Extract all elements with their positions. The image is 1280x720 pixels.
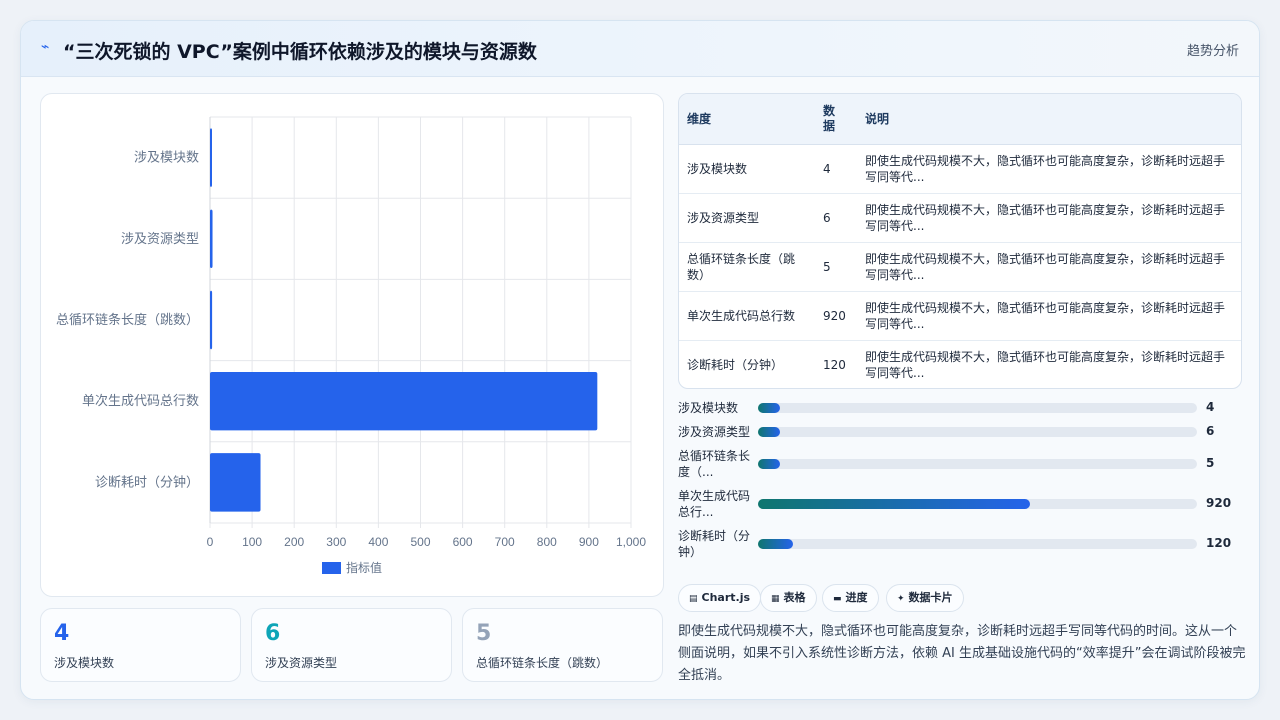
progress-track (758, 427, 1197, 437)
cell-description: 即使生成代码规模不大，隐式循环也可能高度复杂，诊断耗时远超手写同等代... (857, 144, 1241, 194)
progress-label: 单次生成代码总行... (678, 489, 751, 519)
cell-dimension: 单次生成代码总行数 (679, 291, 815, 341)
header-bar: ⌁ “三次死锁的 VPC”案例中循环依赖涉及的模块与资源数 趋势分析 (21, 21, 1259, 77)
bar (210, 290, 213, 350)
legend-swatch (322, 562, 341, 574)
stat-card: 5 总循环链条长度（跳数） (462, 608, 663, 682)
bar (210, 128, 212, 187)
cell-dimension: 诊断耗时（分钟） (687, 357, 784, 372)
x-tick-label: 0 (207, 535, 214, 549)
category-label: 诊断耗时（分钟） (95, 474, 199, 490)
progress-fill (758, 459, 780, 469)
progress-label: 总循环链条长度（... (678, 449, 751, 479)
zigzag-icon: ⌁ (41, 39, 50, 55)
x-tick-label: 700 (495, 535, 515, 549)
chip-progress[interactable]: ▬ 进度 (822, 584, 879, 612)
stat-label: 涉及模块数 (54, 656, 115, 670)
data-table: 维度 数据 说明 涉及模块数 4 即使生成代码规模不大，隐式循环也可能高度复杂，诊断… (679, 94, 1241, 388)
chip-table[interactable]: ▦ 表格 (760, 584, 817, 612)
table-header-dimension: 维度 (679, 94, 815, 145)
cell-dimension: 总循环链条长度（跳数） (679, 242, 815, 292)
category-label: 单次生成代码总行数 (82, 393, 199, 409)
chip-label: Chart.js (701, 591, 751, 604)
progress-fill (758, 499, 1031, 509)
category-label: 涉及模块数 (134, 151, 199, 166)
cell-dimension: 涉及资源类型 (679, 193, 815, 243)
x-tick-label: 100 (242, 535, 262, 549)
x-tick-label: 800 (537, 535, 557, 549)
table-row: 涉及资源类型 6 即使生成代码规模不大，隐式循环也可能高度复杂，诊断耗时远超手写同等… (679, 193, 1241, 243)
cell-value: 920 (815, 291, 857, 341)
cell-description: 即使生成代码规模不大，隐式循环也可能高度复杂，诊断耗时远超手写同等代... (857, 291, 1241, 341)
cell-value: 4 (815, 144, 857, 194)
cell-description: 即使生成代码规模不大，隐式循环也可能高度复杂，诊断耗时远超手写同等代... (857, 193, 1241, 243)
x-tick-label: 600 (453, 535, 473, 549)
summary-text: 即使生成代码规模不大，隐式循环也可能高度复杂，诊断耗时远超手写同等代码的时间。这… (678, 624, 1246, 683)
stat-value: 4 (54, 621, 70, 646)
progress-fill (758, 403, 780, 413)
main-card: ⌁ “三次死锁的 VPC”案例中循环依赖涉及的模块与资源数 趋势分析 0 100 2… (20, 20, 1260, 700)
chip-card[interactable]: ✦ 数据卡片 (886, 584, 964, 612)
table-icon: ▦ (771, 594, 780, 604)
cell-value: 5 (815, 242, 857, 292)
progress-track (758, 459, 1197, 469)
progress-value: 5 (1206, 456, 1215, 470)
bar (210, 209, 213, 269)
bar (210, 371, 598, 431)
chart-icon: ▤ (689, 594, 698, 604)
table-row: 诊断耗时（分钟） 120 即使生成代码规模不大，隐式循环也可能高度复杂，诊断耗时远超… (679, 340, 1241, 388)
progress-label: 涉及模块数 (678, 401, 739, 415)
chip-label: 进度 (845, 591, 868, 604)
cell-description: 即使生成代码规模不大，隐式循环也可能高度复杂，诊断耗时远超手写同等代... (857, 242, 1241, 292)
stat-label: 涉及资源类型 (265, 656, 338, 670)
x-tick-label: 400 (368, 535, 388, 549)
chip-chart[interactable]: ▤ Chart.js (678, 584, 762, 612)
card-icon: ✦ (897, 594, 905, 604)
progress-fill (758, 539, 794, 549)
cell-description: 即使生成代码规模不大，隐式循环也可能高度复杂，诊断耗时远超手写同等代... (865, 349, 1226, 380)
table-header-data: 数据 (815, 94, 857, 145)
bar (210, 453, 261, 512)
category-label: 总循环链条长度（跳数） (56, 312, 199, 328)
progress-value: 920 (1206, 496, 1232, 510)
table-header-row: 维度 数据 说明 (679, 94, 1241, 145)
stat-card: 6 涉及资源类型 (251, 608, 452, 682)
cell-value: 6 (815, 193, 857, 243)
x-tick-label: 300 (326, 535, 346, 549)
bar-chart: 0 100 200 300 400 500 600 700 800 900 1,000 涉及模块数涉及… (56, 116, 646, 575)
x-tick-label: 900 (579, 535, 599, 549)
chip-label: 表格 (783, 591, 806, 604)
progress-value: 120 (1206, 536, 1232, 550)
table-row: 涉及模块数 4 即使生成代码规模不大，隐式循环也可能高度复杂，诊断耗时远超手写同等代… (679, 144, 1241, 194)
cell-dimension: 涉及模块数 (679, 144, 815, 194)
page-title: “三次死锁的 VPC”案例中循环依赖涉及的模块与资源数 (63, 41, 537, 63)
x-tick-label: 1,000 (616, 535, 646, 549)
x-tick-label: 500 (410, 535, 430, 549)
table-row: 单次生成代码总行数 920 即使生成代码规模不大，隐式循环也可能高度复杂，诊断耗时远… (679, 291, 1241, 341)
trend-analysis-tag[interactable]: 趋势分析 (1187, 40, 1239, 59)
legend-label: 指标值 (346, 560, 382, 575)
progress-track (758, 539, 1197, 549)
stat-label: 总循环链条长度（跳数） (476, 656, 609, 670)
progress-track (758, 403, 1197, 413)
progress-track (758, 499, 1197, 509)
chip-label: 数据卡片 (908, 591, 953, 604)
stat-value: 6 (265, 621, 281, 646)
stat-card: 4 涉及模块数 (40, 608, 241, 682)
table-row: 总循环链条长度（跳数） 5 即使生成代码规模不大，隐式循环也可能高度复杂，诊断耗时远… (679, 242, 1241, 292)
progress-value: 6 (1206, 424, 1215, 438)
progress-label: 涉及资源类型 (678, 425, 751, 439)
progress-value: 4 (1206, 400, 1215, 414)
x-tick-label: 200 (284, 535, 304, 549)
progress-label: 诊断耗时（分钟） (678, 529, 751, 559)
table-header-description: 说明 (857, 94, 1241, 145)
progress-icon: ▬ (833, 594, 842, 604)
category-label: 涉及资源类型 (121, 232, 199, 247)
bar-chart-panel: 0 100 200 300 400 500 600 700 800 900 1,000 涉及模块数涉及… (40, 93, 664, 597)
cell-value: 120 (823, 357, 846, 372)
data-table-panel: 维度 数据 说明 涉及模块数 4 即使生成代码规模不大，隐式循环也可能高度复杂，诊断… (678, 93, 1242, 389)
progress-fill (758, 427, 780, 437)
stat-value: 5 (476, 621, 492, 646)
